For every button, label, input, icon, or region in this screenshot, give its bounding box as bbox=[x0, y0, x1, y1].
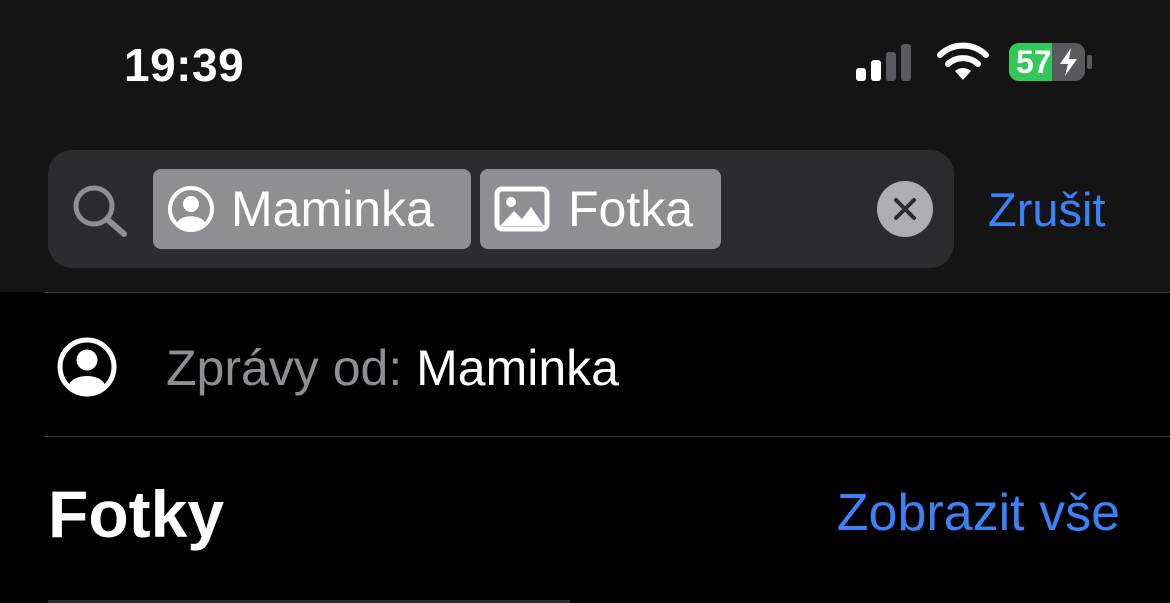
search-icon bbox=[73, 185, 127, 237]
see-all-button[interactable]: Zobrazit vše bbox=[837, 480, 1120, 546]
section-title: Fotky bbox=[48, 477, 225, 551]
clear-search-button[interactable] bbox=[877, 181, 933, 237]
close-icon bbox=[894, 198, 916, 220]
photo-icon bbox=[494, 186, 550, 232]
wifi-icon bbox=[937, 42, 989, 80]
battery-level: 57 bbox=[1016, 44, 1052, 80]
cancel-button[interactable]: Zrušit bbox=[988, 182, 1106, 238]
suggestion-value: Maminka bbox=[416, 340, 619, 396]
divider bbox=[44, 436, 1170, 437]
person-circle-icon bbox=[168, 186, 214, 232]
divider bbox=[44, 292, 1170, 293]
cellular-signal-icon bbox=[856, 44, 911, 81]
search-token-person[interactable]: Maminka bbox=[153, 169, 471, 249]
search-token-photo[interactable]: Fotka bbox=[480, 169, 721, 249]
status-time: 19:39 bbox=[124, 39, 245, 91]
search-token-label: Maminka bbox=[231, 181, 434, 237]
suggestion-messages-from[interactable]: Zprávy od: Maminka bbox=[166, 338, 619, 398]
suggestion-prefix: Zprávy od: bbox=[166, 340, 417, 396]
person-circle-icon bbox=[57, 337, 117, 397]
search-token-label: Fotka bbox=[568, 181, 694, 237]
